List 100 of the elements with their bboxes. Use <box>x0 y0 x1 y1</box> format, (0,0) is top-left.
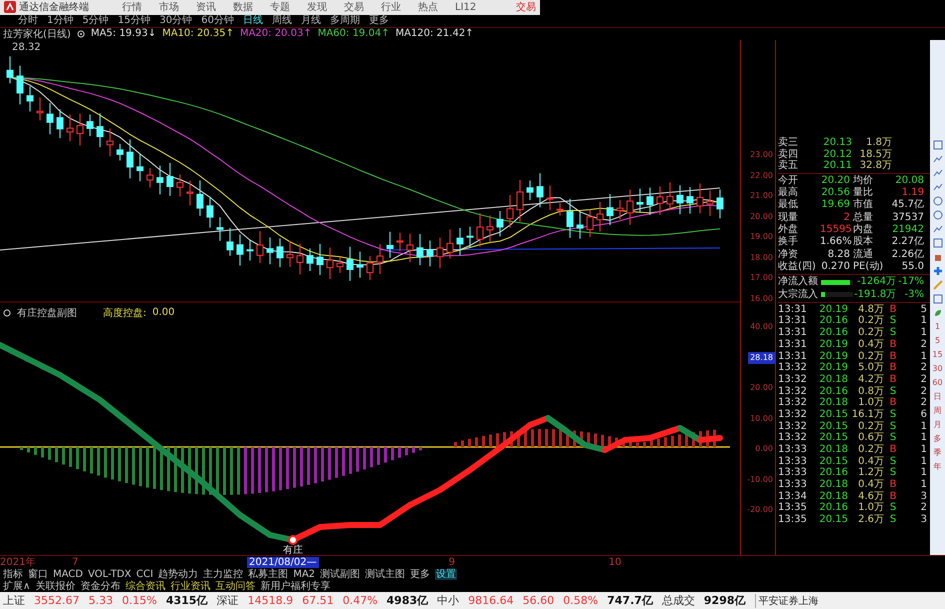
period-tab[interactable]: 多周期 <box>330 14 360 27</box>
stat-value: 15595 <box>820 224 850 236</box>
indicator-tab[interactable]: 测试副图 <box>320 569 360 580</box>
menu-item[interactable]: 数据 <box>233 0 253 14</box>
trade-time: 13:33 <box>778 456 808 468</box>
menu-item[interactable]: 专题 <box>270 0 290 14</box>
period-tab[interactable]: 更多 <box>368 14 389 27</box>
trade-count: 2 <box>920 397 928 409</box>
indicator-tab[interactable]: MA2 <box>293 569 316 580</box>
trade-count: 1 <box>920 420 928 432</box>
trade-count: 2 <box>920 374 928 386</box>
side-period-button[interactable]: 日 <box>934 392 942 402</box>
moving-average-legend: MA60: 19.04↑ <box>318 28 390 40</box>
trade-side: S <box>888 514 898 526</box>
menu-item[interactable]: 行业 <box>381 0 401 14</box>
order-price: 20.12 <box>822 148 852 160</box>
extension-link[interactable]: 综合资讯 <box>125 581 166 592</box>
side-period-button[interactable]: 季 <box>934 448 942 458</box>
period-tab[interactable]: 日线 <box>242 14 263 27</box>
indicator-tab[interactable]: 趋势动力 <box>158 569 198 580</box>
stat-label: 内盘 <box>852 224 874 236</box>
side-period-button[interactable]: 1 <box>934 322 940 332</box>
moving-average-legend: MA5: 19.93↓ <box>90 28 156 40</box>
extension-link[interactable]: 关联报价 <box>35 581 76 592</box>
menu-item[interactable]: LI12 <box>455 2 476 13</box>
side-period-button[interactable]: 周 <box>934 406 942 416</box>
period-tab[interactable]: 周线 <box>272 14 292 27</box>
index-change: 67.51 <box>302 594 334 608</box>
trade-price: 20.15 <box>818 514 848 526</box>
indicator-tab[interactable]: 主力监控 <box>203 569 244 580</box>
trade-volume: 0.8万 <box>857 386 884 398</box>
trade-side: S <box>888 456 898 468</box>
total-volume-value: 9298亿 <box>704 593 746 608</box>
extension-link[interactable]: 互动问答 <box>215 581 256 592</box>
period-tab[interactable]: 60分钟 <box>201 14 234 27</box>
index-change: 56.60 <box>522 594 554 608</box>
trade-count: 2 <box>920 362 928 374</box>
gear-icon[interactable] <box>76 30 85 38</box>
period-tab[interactable]: 分时 <box>18 14 38 27</box>
extension-link[interactable]: 新用户福利专享 <box>260 581 330 592</box>
indicator-tab[interactable]: 设置 <box>435 569 458 580</box>
side-period-button[interactable]: 年 <box>934 462 942 472</box>
trade-price: 20.19 <box>818 350 848 362</box>
side-period-button[interactable]: 月 <box>934 420 942 430</box>
indicator-tab[interactable]: 指标 <box>3 569 23 580</box>
trade-side: B <box>888 362 898 374</box>
trade-time: 13:33 <box>778 467 808 480</box>
indicator-tab[interactable]: 测试主图 <box>365 569 406 580</box>
side-period-button[interactable]: 15 <box>932 350 943 360</box>
stat-value: 20.20 <box>820 174 850 188</box>
indicator-tab[interactable]: MACD <box>53 569 83 580</box>
indicator-axis-label: 10.00 <box>749 412 774 425</box>
trade-time: 13:33 <box>778 444 808 456</box>
menu-item[interactable]: 交易 <box>344 0 364 14</box>
indicator-tab[interactable]: 窗口 <box>28 569 48 580</box>
menu-item[interactable]: 市场 <box>159 0 179 14</box>
trade-price: 20.16 <box>818 502 848 514</box>
extension-link[interactable]: 资金分布 <box>80 581 120 592</box>
trade-count: 1 <box>920 467 928 480</box>
flow-value: -1264万 <box>856 276 896 288</box>
extension-link[interactable]: 扩展∧ <box>3 581 30 592</box>
indicator-tab[interactable]: CCI <box>136 569 154 580</box>
moving-average-legend: MA10: 20.35↑ <box>162 28 234 40</box>
trade-menu[interactable]: 交易 <box>516 0 536 14</box>
index-amount: 4983亿 <box>386 593 428 608</box>
menu-item[interactable]: 热点 <box>418 0 438 14</box>
period-tab[interactable]: 5分钟 <box>82 14 109 27</box>
trade-side: B <box>888 304 898 316</box>
period-tab[interactable]: 月线 <box>300 14 321 27</box>
period-tab[interactable]: 15分钟 <box>118 14 150 27</box>
stat-label: 今开 <box>778 174 799 186</box>
side-period-button[interactable]: 30 <box>932 364 943 374</box>
indicator-axis-label: 28.18 <box>748 352 775 364</box>
period-tab[interactable]: 1分钟 <box>47 14 74 27</box>
indicator-tab[interactable]: VOL-TDX <box>88 569 132 580</box>
extension-link[interactable]: 行业资讯 <box>170 581 210 592</box>
time-axis-label: 2021年 <box>0 557 36 568</box>
chart-icon[interactable] <box>932 154 942 164</box>
side-period-button[interactable]: 多 <box>934 434 942 444</box>
stat-label: 现量 <box>778 212 799 224</box>
trade-time: 13:32 <box>778 362 808 374</box>
leaf-icon[interactable] <box>932 308 942 318</box>
index-amount: 4315亿 <box>166 593 208 608</box>
trade-price: 20.15 <box>818 408 848 421</box>
menu-item[interactable]: 发现 <box>307 0 327 14</box>
circle-icon[interactable] <box>3 308 11 317</box>
price-axis-label: 18.00 <box>749 252 774 264</box>
side-period-button[interactable]: 60 <box>932 378 943 388</box>
trade-side: S <box>888 386 898 398</box>
plus-icon[interactable] <box>932 266 942 276</box>
period-tab[interactable]: 30分钟 <box>159 14 192 27</box>
menu-item[interactable]: 资讯 <box>196 0 216 14</box>
side-period-button[interactable]: 5 <box>934 336 940 346</box>
trade-volume: 0.2万 <box>857 420 884 432</box>
trade-count: 1 <box>920 479 928 491</box>
indicator-tab[interactable]: 私募主图 <box>248 569 288 580</box>
time-axis-label: 7 <box>72 557 80 568</box>
indicator-tab[interactable]: 更多 <box>410 569 430 580</box>
stat-label: 换手 <box>778 236 799 249</box>
menu-item[interactable]: 行情 <box>122 0 142 14</box>
